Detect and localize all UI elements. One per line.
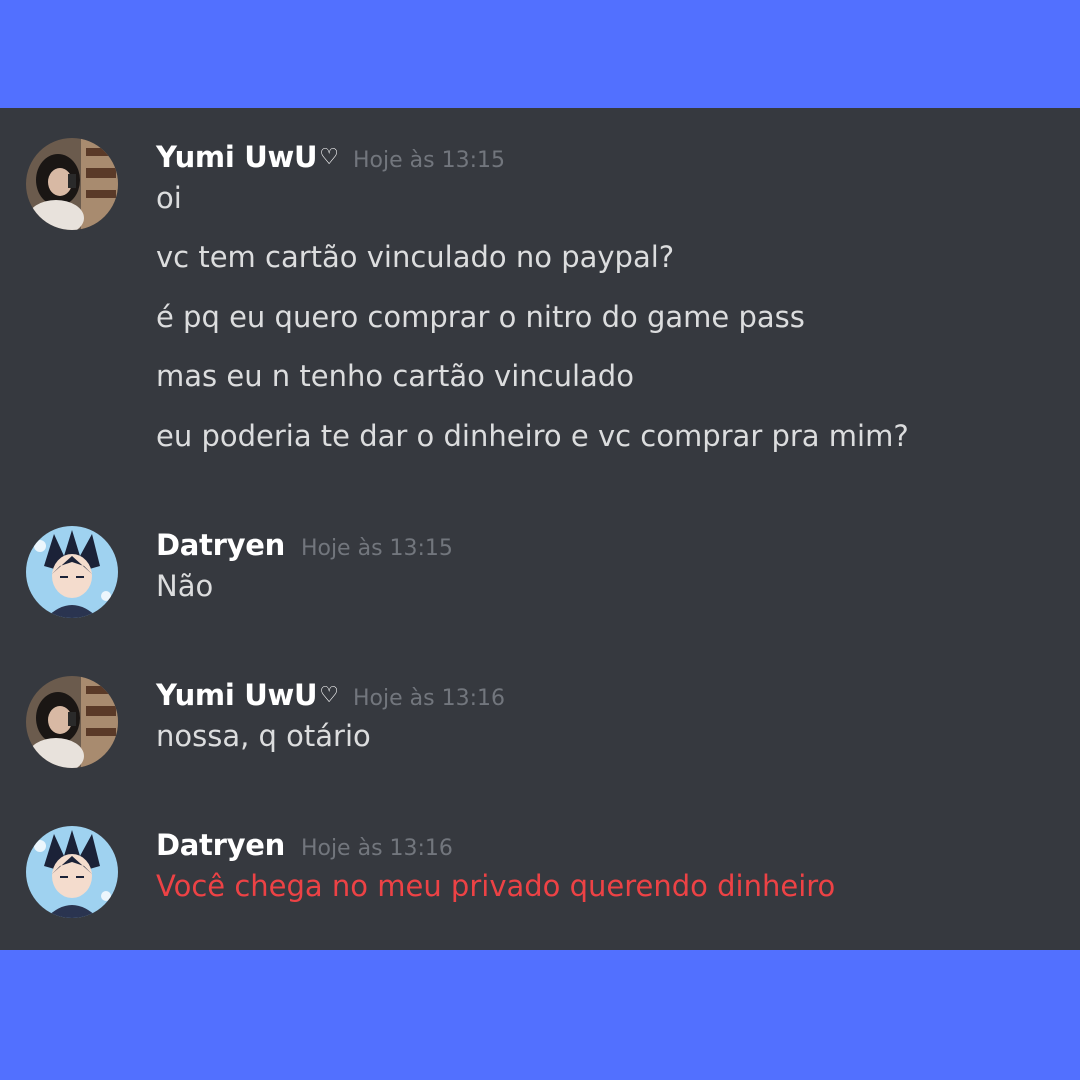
message-text: nossa, q otário: [156, 719, 371, 753]
chat-panel: Yumi UwU♡ Hoje às 13:15 oi vc tem cartão …: [0, 108, 1080, 950]
timestamp: Hoje às 13:15: [300, 536, 453, 561]
anime-avatar-icon[interactable]: [26, 826, 118, 918]
message-header: Datryen Hoje às 13:16: [156, 828, 453, 868]
heart-icon: ♡: [319, 683, 340, 708]
username[interactable]: Yumi UwU: [156, 140, 318, 174]
message-text: vc tem cartão vinculado no paypal?: [156, 240, 675, 274]
message-header: Datryen Hoje às 13:15: [156, 528, 453, 568]
username[interactable]: Yumi UwU: [156, 678, 318, 712]
anime-avatar-icon[interactable]: [26, 526, 118, 618]
message-text: Não: [156, 569, 214, 603]
username[interactable]: Datryen: [156, 528, 285, 562]
timestamp: Hoje às 13:15: [353, 148, 505, 173]
message-text: oi: [156, 181, 182, 215]
message-text: mas eu n tenho cartão vinculado: [156, 359, 634, 393]
message-header: Yumi UwU♡ Hoje às 13:15: [156, 140, 505, 180]
heart-icon: ♡: [319, 145, 340, 170]
message-text: é pq eu quero comprar o nitro do game pa…: [156, 300, 805, 334]
message-text: eu poderia te dar o dinheiro e vc compra…: [156, 419, 909, 453]
timestamp: Hoje às 13:16: [353, 686, 505, 711]
message-text: Você chega no meu privado querendo dinhe…: [156, 869, 836, 903]
photo-avatar-icon[interactable]: [26, 676, 118, 768]
photo-avatar-icon[interactable]: [26, 138, 118, 230]
timestamp: Hoje às 13:16: [300, 836, 453, 861]
message-header: Yumi UwU♡ Hoje às 13:16: [156, 678, 505, 718]
frame-background: Yumi UwU♡ Hoje às 13:15 oi vc tem cartão …: [0, 0, 1080, 1080]
username[interactable]: Datryen: [156, 828, 285, 862]
